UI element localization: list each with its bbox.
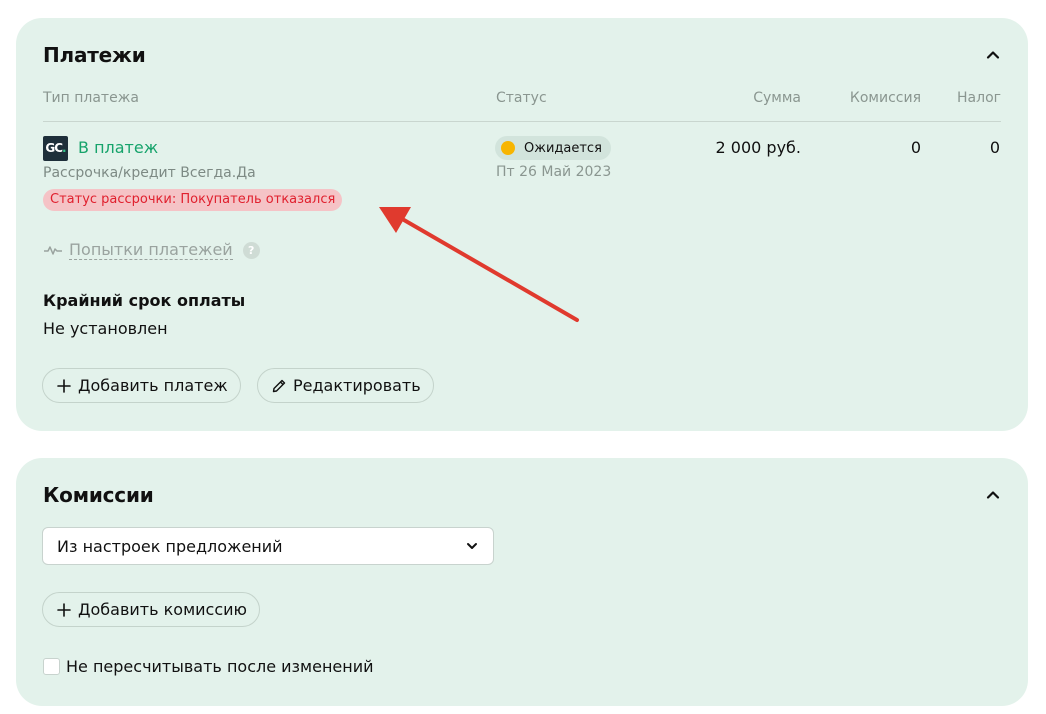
- commission-source-value: Из настроек предложений: [57, 536, 283, 556]
- add-payment-button[interactable]: Добавить платеж: [42, 368, 241, 403]
- column-header-status: Статус: [496, 90, 547, 106]
- status-dot-icon: [501, 141, 515, 155]
- chevron-up-icon: [986, 51, 1000, 59]
- edit-button[interactable]: Редактировать: [257, 368, 434, 403]
- pencil-icon: [272, 379, 286, 392]
- getcourse-logo-icon: GC.: [43, 136, 68, 161]
- plus-icon: [57, 602, 71, 617]
- status-date: Пт 26 Май 2023: [496, 164, 612, 180]
- payment-attempts-toggle[interactable]: Попытки платежей ?: [43, 240, 260, 260]
- status-label: Ожидается: [524, 140, 602, 156]
- table-divider: [43, 121, 1001, 122]
- pulse-icon: [44, 246, 62, 255]
- tax-value: 0: [989, 138, 1000, 157]
- payments-card: Платежи Тип платежа Статус Сумма Комисси…: [16, 18, 1028, 431]
- payment-link[interactable]: В платеж: [78, 138, 158, 157]
- no-recalculate-checkbox[interactable]: [43, 658, 60, 675]
- payment-method: Рассрочка/кредит Всегда.Да: [43, 165, 256, 181]
- no-recalculate-option[interactable]: Не пересчитывать после изменений: [43, 657, 374, 676]
- no-recalculate-label: Не пересчитывать после изменений: [66, 657, 374, 676]
- amount-value: 2 000 руб.: [715, 138, 801, 157]
- commissions-title: Комиссии: [43, 483, 154, 507]
- column-header-commission: Комиссия: [849, 90, 921, 106]
- chevron-down-icon: [467, 543, 477, 549]
- column-header-tax: Налог: [957, 90, 1001, 106]
- status-badge: Ожидается: [495, 136, 611, 160]
- column-header-amount: Сумма: [753, 90, 801, 106]
- help-icon[interactable]: ?: [242, 241, 260, 259]
- installment-status-badge: Статус рассрочки: Покупатель отказался: [43, 189, 343, 211]
- commission-value: 0: [910, 138, 921, 157]
- plus-icon: [57, 378, 71, 393]
- payments-title: Платежи: [43, 43, 146, 67]
- add-commission-button[interactable]: Добавить комиссию: [42, 592, 261, 627]
- collapse-payments-button[interactable]: [984, 46, 1002, 64]
- column-header-type: Тип платежа: [43, 90, 139, 106]
- commissions-card: Комиссии Из настроек предложений Добавит…: [16, 458, 1028, 706]
- payment-attempts-label: Попытки платежей: [69, 240, 233, 260]
- deadline-value: Не установлен: [43, 319, 168, 338]
- deadline-label: Крайний срок оплаты: [43, 291, 246, 310]
- commission-source-select[interactable]: Из настроек предложений: [42, 527, 494, 565]
- collapse-commissions-button[interactable]: [984, 486, 1002, 504]
- chevron-up-icon: [986, 491, 1000, 499]
